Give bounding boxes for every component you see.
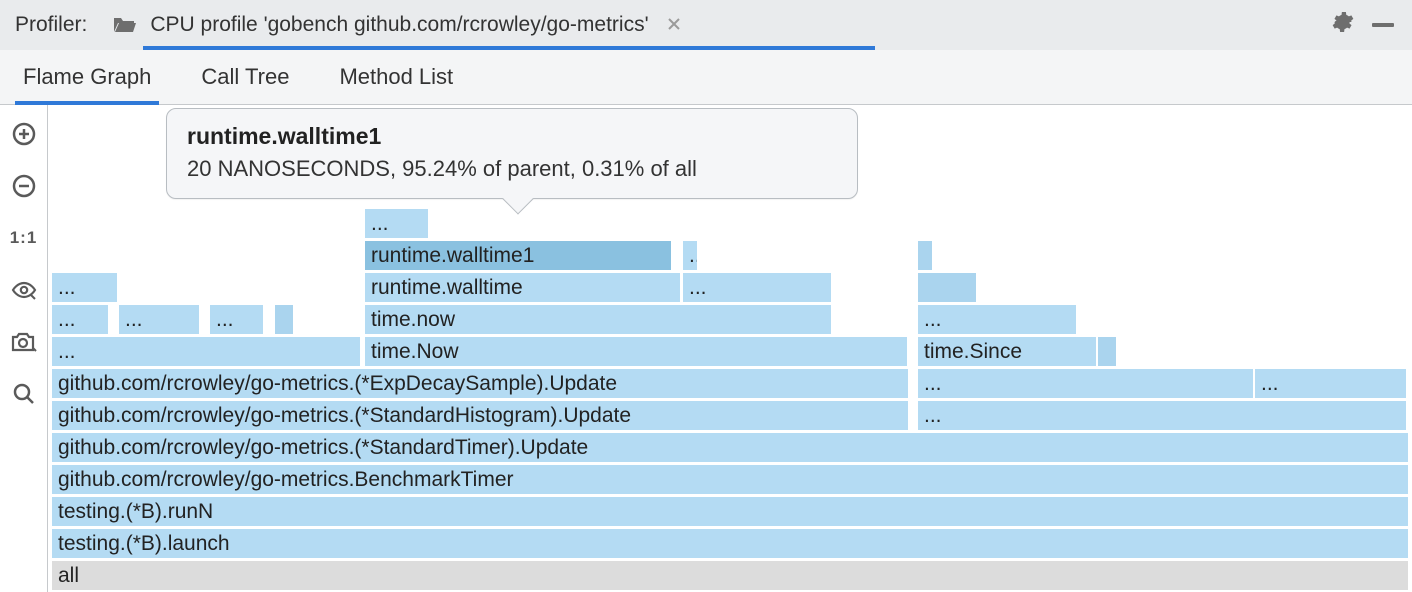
flame-row: runtime.walltime1... xyxy=(51,240,1412,272)
flame-row: testing.(*B).runN xyxy=(51,496,1412,528)
flame-frame[interactable]: ... xyxy=(917,368,1254,399)
tab-flame-graph[interactable]: Flame Graph xyxy=(23,50,151,104)
tab-label: Method List xyxy=(339,64,453,90)
zoom-in-button[interactable] xyxy=(7,117,41,151)
flame-row: testing.(*B).launch xyxy=(51,528,1412,560)
flame-frame[interactable] xyxy=(917,272,977,303)
flame-row: github.com/rcrowley/go-metrics.(*ExpDeca… xyxy=(51,368,1412,400)
folder-open-icon xyxy=(112,15,138,35)
flame-frame[interactable]: time.Now xyxy=(364,336,908,367)
flame-row: github.com/rcrowley/go-metrics.Benchmark… xyxy=(51,464,1412,496)
flame-frame[interactable]: ... xyxy=(364,208,429,239)
flame-frame[interactable]: ... xyxy=(209,304,264,335)
flame-frame[interactable]: ... xyxy=(917,400,1407,431)
search-button[interactable] xyxy=(7,377,41,411)
tooltip-detail: 20 NANOSECONDS, 95.24% of parent, 0.31% … xyxy=(187,156,837,182)
flame-toolbar: 1:1 xyxy=(0,105,48,592)
tab-label: Call Tree xyxy=(201,64,289,90)
flame-frame[interactable]: ... xyxy=(917,304,1077,335)
flame-row: ...runtime.walltime... xyxy=(51,272,1412,304)
flame-frame[interactable]: ... xyxy=(682,272,832,303)
profiler-tabs: Flame Graph Call Tree Method List xyxy=(0,50,1412,105)
tab-call-tree[interactable]: Call Tree xyxy=(201,50,289,104)
close-tab-icon[interactable] xyxy=(667,15,681,36)
flame-row: ...time.Now time.Since xyxy=(51,336,1412,368)
flame-frame[interactable]: github.com/rcrowley/go-metrics.(*Standar… xyxy=(51,400,909,431)
flame-frame[interactable]: ... xyxy=(51,336,361,367)
flame-frame[interactable]: ... xyxy=(51,272,118,303)
minimize-icon[interactable] xyxy=(1372,23,1394,27)
flame-row: all xyxy=(51,560,1412,592)
actual-size-button[interactable]: 1:1 xyxy=(7,221,41,255)
zoom-out-button[interactable] xyxy=(7,169,41,203)
tooltip-title: runtime.walltime1 xyxy=(187,123,837,150)
flame-frame[interactable]: github.com/rcrowley/go-metrics.(*Standar… xyxy=(51,432,1409,463)
flame-tooltip: runtime.walltime1 20 NANOSECONDS, 95.24%… xyxy=(166,108,858,199)
one-to-one-label: 1:1 xyxy=(10,228,38,248)
focus-selection-button[interactable] xyxy=(7,273,41,307)
flame-graph[interactable]: ...runtime.walltime1......runtime.wallti… xyxy=(51,208,1412,592)
flame-row: ... xyxy=(51,208,1412,240)
profiler-label: Profiler: xyxy=(15,13,87,37)
flame-frame[interactable]: time.now xyxy=(364,304,832,335)
flame-frame[interactable]: ... xyxy=(118,304,200,335)
tab-method-list[interactable]: Method List xyxy=(339,50,453,104)
flame-frame[interactable]: ... xyxy=(682,240,698,271)
flame-frame[interactable] xyxy=(1097,336,1117,367)
flame-graph-area[interactable]: ...runtime.walltime1......runtime.wallti… xyxy=(48,105,1412,592)
flame-frame[interactable]: runtime.walltime xyxy=(364,272,681,303)
flame-frame[interactable]: all xyxy=(51,560,1409,591)
profile-title: CPU profile 'gobench github.com/rcrowley… xyxy=(150,13,648,37)
profiler-body: 1:1 ...runtime.walltime1......runtime.wa… xyxy=(0,105,1412,592)
flame-frame[interactable]: testing.(*B).runN xyxy=(51,496,1409,527)
flame-frame[interactable]: runtime.walltime1 xyxy=(364,240,672,271)
flame-frame[interactable]: github.com/rcrowley/go-metrics.(*ExpDeca… xyxy=(51,368,909,399)
flame-frame[interactable] xyxy=(274,304,294,335)
flame-frame[interactable] xyxy=(917,240,933,271)
screenshot-button[interactable] xyxy=(7,325,41,359)
flame-frame[interactable]: time.Since xyxy=(917,336,1097,367)
flame-row: github.com/rcrowley/go-metrics.(*Standar… xyxy=(51,400,1412,432)
profiler-header: Profiler: CPU profile 'gobench github.co… xyxy=(0,0,1412,50)
flame-row: github.com/rcrowley/go-metrics.(*Standar… xyxy=(51,432,1412,464)
flame-frame[interactable]: github.com/rcrowley/go-metrics.Benchmark… xyxy=(51,464,1409,495)
flame-frame[interactable]: ... xyxy=(1254,368,1407,399)
flame-frame[interactable]: testing.(*B).launch xyxy=(51,528,1409,559)
gear-icon[interactable] xyxy=(1330,10,1354,40)
flame-row: ......... time.now... xyxy=(51,304,1412,336)
tab-label: Flame Graph xyxy=(23,64,151,90)
flame-frame[interactable]: ... xyxy=(51,304,109,335)
